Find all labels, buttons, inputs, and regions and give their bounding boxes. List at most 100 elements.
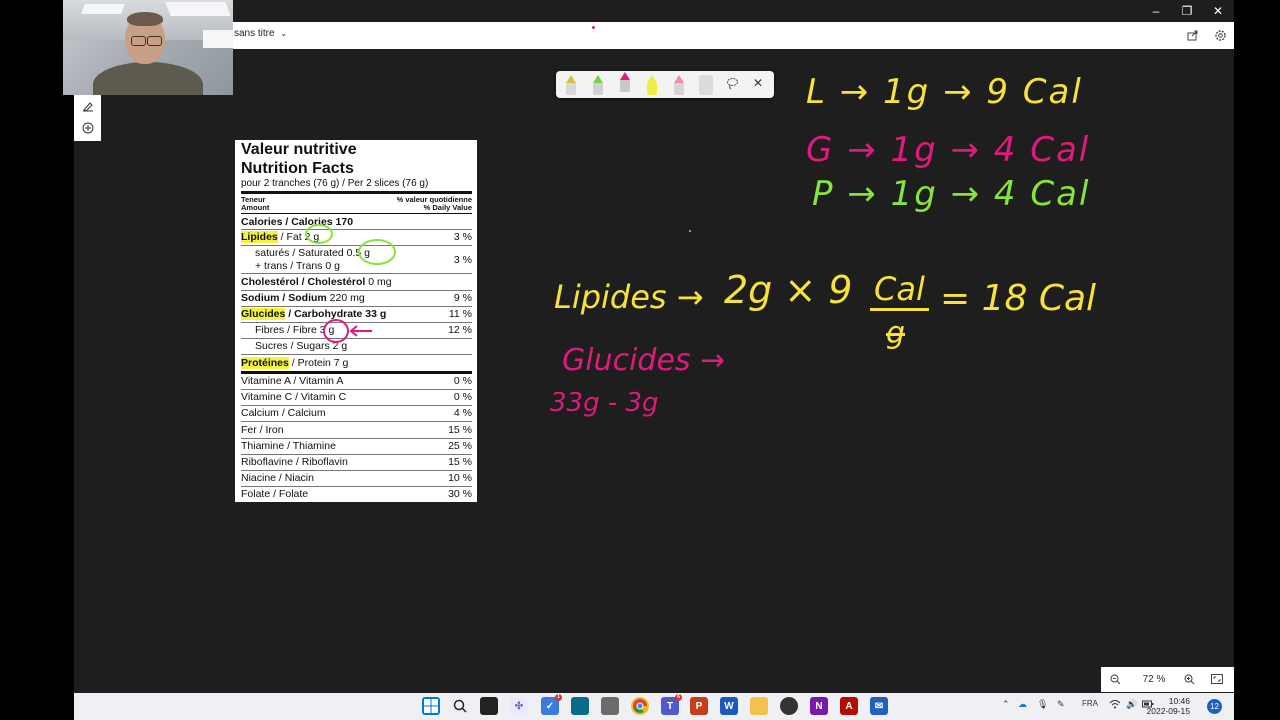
- note-calc-denominator: g: [886, 316, 906, 351]
- note-glucides-calc: 33g - 3g: [550, 388, 659, 418]
- vitamin-label: Vitamine C / Vitamin C: [241, 391, 347, 404]
- todo-badge: 1: [555, 694, 562, 701]
- vitamin-pct: 0 %: [453, 375, 472, 387]
- todo-icon[interactable]: ✓ 1: [541, 694, 562, 715]
- fit-to-screen-icon[interactable]: [1208, 671, 1226, 687]
- add-circle-icon[interactable]: [74, 117, 101, 139]
- vitamin-pct: 4 %: [453, 407, 472, 420]
- nutrient-row-fat: Lipides / Fat 2 g 3 %: [241, 229, 472, 245]
- nutrient-row-sodium: Sodium / Sodium 220 mg 9 %: [241, 290, 472, 306]
- vitamin-pct: 0 %: [453, 391, 472, 404]
- carb-label-fr: Glucides: [241, 308, 286, 320]
- calculator-icon[interactable]: [601, 697, 619, 715]
- search-icon[interactable]: [451, 697, 469, 715]
- app-icon-blue[interactable]: [571, 697, 589, 715]
- nutrient-row-saturated: saturés / Saturated 0.5 g + trans / Tran…: [241, 245, 472, 273]
- windows-start-icon[interactable]: [422, 697, 440, 715]
- obs-icon[interactable]: [780, 697, 798, 715]
- powerpoint-icon[interactable]: P: [690, 697, 708, 715]
- vitamin-label: Riboflavine / Riboflavin: [241, 456, 348, 468]
- zoom-panel: 72 %: [1101, 667, 1234, 692]
- task-view-icon[interactable]: [480, 697, 498, 715]
- vitamin-pct: 30 %: [448, 488, 472, 501]
- highlighter-pink-icon[interactable]: [674, 75, 684, 95]
- document-title[interactable]: sans titre ⌄: [234, 28, 287, 39]
- nutrient-row-carbohydrate: Glucides / Carbohydrate 33 g 11 %: [241, 306, 472, 322]
- vitamin-row: Fer / Iron 15 %: [241, 422, 472, 438]
- vitamin-label: Vitamine A / Vitamin A: [241, 375, 344, 387]
- teams-badge: 6: [675, 694, 682, 701]
- carb-label-rest: / Carbohydrate 33 g: [285, 308, 387, 320]
- settings-gear-icon[interactable]: [1211, 26, 1229, 44]
- note-line-lipid: L → 1g → 9 Cal: [806, 72, 1083, 112]
- restore-button[interactable]: ❐: [1172, 2, 1202, 20]
- vitamin-row: Vitamine A / Vitamin A 0 %: [241, 373, 472, 389]
- word-icon[interactable]: W: [720, 697, 738, 715]
- nutrient-row-cholesterol: Cholestérol / Cholestérol 0 mg: [241, 274, 472, 290]
- pencil-yellow-icon[interactable]: [566, 75, 576, 95]
- acrobat-icon[interactable]: A: [840, 697, 858, 715]
- microphone-icon[interactable]: 🎙: [1037, 699, 1048, 710]
- zoom-level[interactable]: 72 %: [1139, 671, 1169, 687]
- eraser-icon[interactable]: [699, 75, 713, 95]
- sugars-label: Sucres / Sugars 2 g: [255, 340, 348, 352]
- cholesterol-label: Cholestérol / Cholestérol: [241, 276, 366, 288]
- pen-magenta-icon[interactable]: [620, 72, 630, 92]
- pen-tool-icon[interactable]: [74, 95, 101, 117]
- file-explorer-icon[interactable]: [750, 697, 768, 715]
- highlighter-yellow-icon[interactable]: [647, 75, 657, 95]
- trans-label: + trans / Trans 0 g: [255, 260, 340, 272]
- widgets-icon[interactable]: ✣: [510, 697, 528, 715]
- pen-menu-icon[interactable]: ✎: [1057, 699, 1065, 710]
- lasso-icon[interactable]: [726, 77, 738, 97]
- share-icon[interactable]: [1184, 26, 1202, 44]
- note-calc-multiplier: 2g × 9: [724, 268, 853, 312]
- onenote-icon[interactable]: N: [810, 697, 828, 715]
- volume-icon[interactable]: 🔊: [1126, 699, 1137, 710]
- pen-palette: ✕: [556, 71, 774, 98]
- dv-en-label: % Daily Value: [423, 203, 472, 212]
- onedrive-icon[interactable]: ☁: [1018, 699, 1027, 710]
- tray-chevron-up-icon[interactable]: ⌃: [1002, 699, 1010, 710]
- zoom-out-icon[interactable]: [1107, 671, 1123, 687]
- vitamin-row: Riboflavine / Riboflavin 15 %: [241, 454, 472, 470]
- wifi-icon[interactable]: [1109, 699, 1121, 709]
- vitamin-pct: 25 %: [448, 439, 472, 452]
- saturated-pct: 3 %: [453, 254, 472, 266]
- minimize-button[interactable]: –: [1141, 2, 1171, 20]
- teams-icon[interactable]: T6: [661, 694, 682, 715]
- close-window-button[interactable]: ✕: [1203, 2, 1233, 20]
- language-indicator[interactable]: FRA: [1082, 699, 1098, 708]
- notification-center-badge[interactable]: 12: [1207, 699, 1222, 714]
- sodium-pct: 9 %: [453, 292, 472, 304]
- nutrition-title-en: Nutrition Facts: [241, 160, 354, 177]
- fat-label-rest: / Fat 2 g: [277, 231, 320, 243]
- vitamin-row: Folate / Folate 30 %: [241, 486, 472, 502]
- vitamin-label: Thiamine / Thiamine: [241, 439, 336, 452]
- close-palette-button[interactable]: ✕: [753, 76, 763, 90]
- vitamin-row: Niacine / Niacin 10 %: [241, 470, 472, 486]
- taskbar: ✣ ✓ 1 T6 P W N A ✉ ⌃ ☁ 🎙 ✎ FRA 🔊 10:46 20…: [74, 693, 1234, 720]
- cursor-dot: [592, 26, 595, 29]
- nutrient-row-fibre: Fibres / Fibre 3 g 12 %: [241, 322, 472, 338]
- clock[interactable]: 10:46 2022-09-15: [1147, 696, 1190, 716]
- protein-label-rest: / Protein 7 g: [288, 357, 349, 369]
- note-calc-unit: Cal: [870, 270, 929, 311]
- carb-pct: 11 %: [448, 308, 472, 320]
- sodium-value: 220 mg: [326, 292, 365, 304]
- vitamin-row: Thiamine / Thiamine 25 %: [241, 438, 472, 454]
- app-header: sans titre ⌄: [74, 22, 1234, 49]
- nutrient-row-protein: Protéines / Protein 7 g: [241, 355, 472, 371]
- vitamin-label: Calcium / Calcium: [241, 407, 326, 420]
- vitamin-row: Vitamine C / Vitamin C 0 %: [241, 389, 472, 405]
- pen-green-icon[interactable]: [593, 75, 603, 95]
- note-lipides-label: Lipides →: [554, 278, 704, 316]
- clock-date: 2022-09-15: [1146, 706, 1190, 716]
- fat-label-fr: Lipides: [241, 231, 278, 243]
- whiteboard-icon[interactable]: ✉: [870, 697, 888, 715]
- zoom-in-icon[interactable]: [1181, 671, 1197, 687]
- ink-dot: [689, 230, 691, 232]
- chrome-icon[interactable]: [631, 697, 649, 715]
- vitamin-label: Fer / Iron: [241, 423, 284, 436]
- thick-rule: [241, 191, 472, 194]
